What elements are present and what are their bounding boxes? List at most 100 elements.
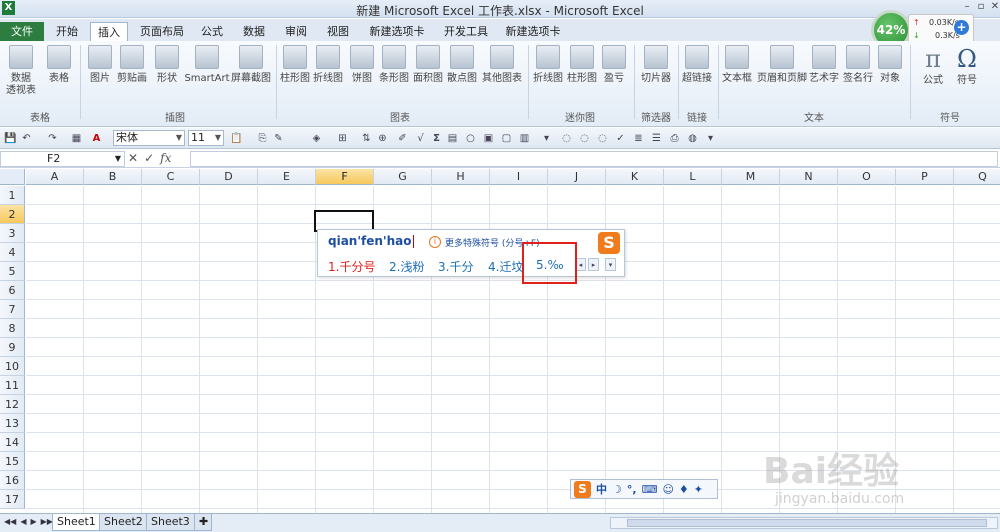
expand-icon[interactable]: ▾ — [605, 258, 616, 271]
sogou-status-logo-icon[interactable]: S — [574, 480, 591, 498]
user-icon[interactable]: ☺ — [662, 483, 673, 496]
column-header[interactable]: D — [200, 169, 258, 185]
table-small-icon[interactable]: ▣ — [482, 132, 495, 145]
row-header[interactable]: 14 — [0, 433, 25, 452]
ime-mode-chinese[interactable]: 中 — [596, 481, 607, 497]
column-chart-button[interactable]: 柱形图 — [280, 45, 310, 85]
tab-developer[interactable]: 开发工具 — [436, 22, 496, 41]
row-header[interactable]: 3 — [0, 224, 25, 243]
borders-icon[interactable]: ▦ — [70, 132, 83, 145]
font-name-select[interactable]: 宋体 ▼ — [113, 130, 185, 146]
tab-home[interactable]: 开始 — [48, 22, 86, 41]
column-header[interactable]: F — [316, 169, 374, 185]
save-icon[interactable]: 💾 — [4, 132, 17, 145]
row-header[interactable]: 5 — [0, 262, 25, 281]
pivottable-button[interactable]: 数据 透视表 — [4, 45, 38, 97]
signature-line-button[interactable]: 签名行 — [842, 45, 874, 85]
option-icon[interactable]: ◌ — [560, 132, 573, 145]
column-header[interactable]: N — [780, 169, 838, 185]
formula-input[interactable] — [190, 151, 998, 167]
sqrt-icon[interactable]: √ — [414, 132, 427, 145]
column-header[interactable]: M — [722, 169, 780, 185]
horizontal-scrollbar[interactable] — [610, 517, 998, 529]
column-header[interactable]: P — [896, 169, 954, 185]
redo-icon[interactable]: ↷ — [46, 132, 59, 145]
name-box[interactable]: F2 ▼ — [0, 151, 125, 167]
sort-icon[interactable]: ⇅ — [360, 132, 373, 145]
sparkline-column-button[interactable]: 柱形图 — [566, 45, 598, 85]
screenshot-button[interactable]: 屏幕截图 — [230, 45, 272, 85]
column-header[interactable]: Q — [954, 169, 1000, 185]
insert-sheet-icon[interactable]: ✚ — [194, 514, 212, 531]
bar-chart-button[interactable]: 条形图 — [378, 45, 410, 85]
sheet-tab-2[interactable]: Sheet2 — [99, 514, 148, 531]
sheet-tab-3[interactable]: Sheet3 — [146, 514, 195, 531]
picture-button[interactable]: 图片 — [86, 45, 114, 85]
paste-icon[interactable]: 📋 — [230, 132, 243, 145]
customize-toolbar-icon[interactable]: ▾ — [704, 132, 717, 145]
ime-candidate-3[interactable]: 3.千分 — [438, 258, 473, 275]
header-footer-button[interactable]: 页眉和页脚 — [756, 45, 808, 85]
sum-icon[interactable]: Σ — [430, 132, 443, 145]
clipart-button[interactable]: 剪贴画 — [116, 45, 148, 85]
column-header[interactable]: K — [606, 169, 664, 185]
wordart-button[interactable]: 艺术字 — [808, 45, 840, 85]
fill-color-icon[interactable]: ◈ — [310, 132, 323, 145]
row-header[interactable]: 11 — [0, 376, 25, 395]
textbox-button[interactable]: 文本框 — [720, 45, 754, 85]
column-header[interactable]: C — [142, 169, 200, 185]
row-header[interactable]: 4 — [0, 243, 25, 262]
column-header[interactable]: I — [490, 169, 548, 185]
column-header[interactable]: A — [26, 169, 84, 185]
tab-formulas[interactable]: 公式 — [194, 22, 230, 41]
close-icon[interactable]: ✕ — [990, 2, 1000, 12]
row-header[interactable]: 16 — [0, 471, 25, 490]
row-header[interactable]: 17 — [0, 490, 25, 509]
object-button[interactable]: 对象 — [876, 45, 904, 85]
tab-file[interactable]: 文件 — [0, 22, 44, 41]
row-header[interactable]: 9 — [0, 338, 25, 357]
sheet-tab-1[interactable]: Sheet1 — [52, 514, 101, 531]
tab-data[interactable]: 数据 — [236, 22, 272, 41]
row-header[interactable]: 13 — [0, 414, 25, 433]
lines-icon[interactable]: ≣ — [632, 132, 645, 145]
scrollbar-thumb[interactable] — [627, 519, 987, 527]
minimize-icon[interactable]: – — [962, 2, 972, 12]
column-header[interactable]: G — [374, 169, 432, 185]
globe-icon[interactable]: ◍ — [686, 132, 699, 145]
other-charts-button[interactable]: 其他图表 — [480, 45, 524, 85]
punctuation-icon[interactable]: °, — [627, 483, 637, 496]
undo-icon[interactable]: ↶ — [20, 132, 33, 145]
line-chart-button[interactable]: 折线图 — [312, 45, 344, 85]
first-sheet-icon[interactable]: ◀◀ — [4, 517, 16, 526]
insert-icon[interactable]: ⊕ — [376, 132, 389, 145]
shapes-button[interactable]: 形状 — [152, 45, 182, 85]
row-header[interactable]: 2 — [0, 205, 25, 224]
font-size-select[interactable]: 11 ▼ — [188, 130, 224, 146]
column-header[interactable]: E — [258, 169, 316, 185]
brush-icon[interactable]: ✓ — [614, 132, 627, 145]
keyboard-icon[interactable]: ⌨ — [642, 483, 658, 496]
pie-chart-button[interactable]: 饼图 — [348, 45, 376, 85]
column-header[interactable]: L — [664, 169, 722, 185]
add-icon[interactable]: + — [954, 20, 969, 35]
insert-function-icon[interactable]: fx — [160, 151, 171, 167]
slicer-button[interactable]: 切片器 — [638, 45, 674, 85]
row-header[interactable]: 1 — [0, 186, 25, 205]
enter-icon[interactable]: ✓ — [144, 151, 154, 167]
prev-sheet-icon[interactable]: ◀ — [20, 517, 26, 526]
select-all-corner[interactable] — [0, 169, 25, 185]
list-icon[interactable]: ☰ — [650, 132, 663, 145]
tab-page-layout[interactable]: 页面布局 — [134, 22, 190, 41]
cancel-icon[interactable]: ✕ — [128, 151, 138, 167]
hyperlink-button[interactable]: 超链接 — [680, 45, 714, 85]
tab-new-1[interactable]: 新建选项卡 — [362, 22, 432, 41]
sparkline-line-button[interactable]: 折线图 — [532, 45, 564, 85]
next-sheet-icon[interactable]: ▶ — [30, 517, 36, 526]
circle-icon[interactable]: ○ — [464, 132, 477, 145]
merge-icon[interactable]: ⊞ — [336, 132, 349, 145]
row-header[interactable]: 7 — [0, 300, 25, 319]
chart-small-icon[interactable]: ▥ — [518, 132, 531, 145]
tab-view[interactable]: 视图 — [320, 22, 356, 41]
equation-button[interactable]: π 公式 — [916, 45, 950, 87]
